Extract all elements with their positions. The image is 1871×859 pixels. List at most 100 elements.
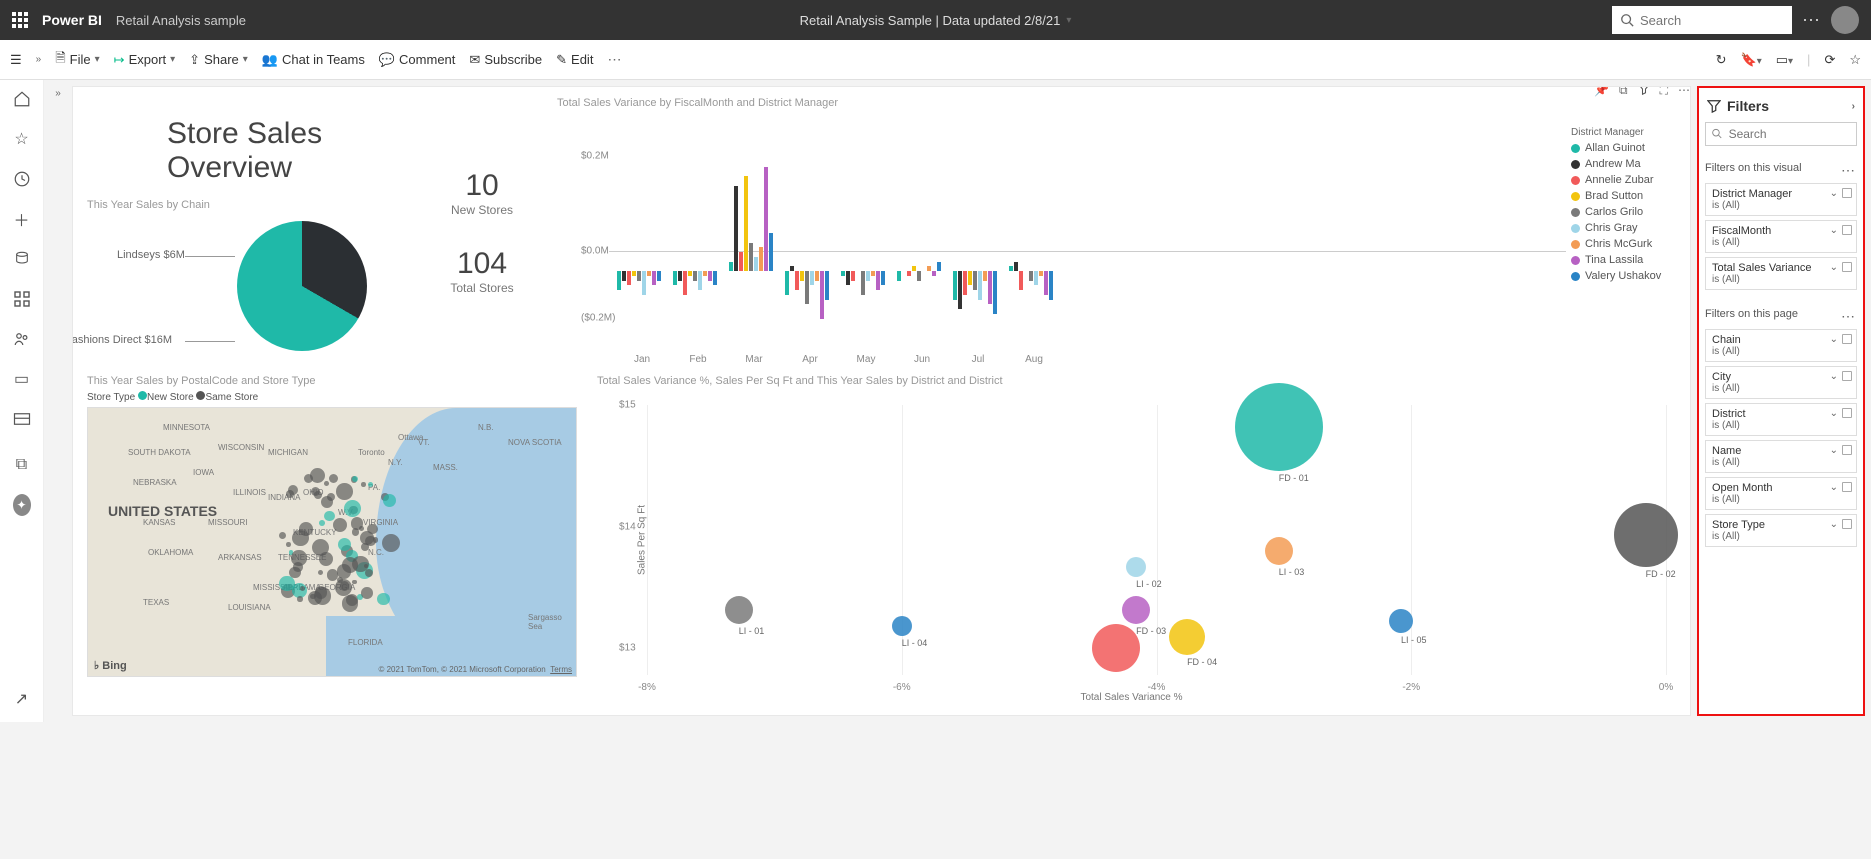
filter-card[interactable]: FiscalMonth is (All) ⌄ [1705,220,1857,253]
clear-filter-icon[interactable] [1842,445,1852,455]
map-tile[interactable]: This Year Sales by PostalCode and Store … [87,375,587,705]
favorite-star-icon[interactable]: ☆ [1849,52,1861,68]
home-icon[interactable] [13,90,31,108]
expand-chevrons-icon[interactable]: » [36,54,42,65]
scatter-bubble[interactable] [1265,537,1293,565]
more-visual-icon[interactable]: ⋯ [1678,86,1690,98]
kpi-card[interactable]: 104 Total Stores [407,247,557,295]
legend-item[interactable]: Chris Gray [1571,222,1676,234]
map-subtitle: This Year Sales by PostalCode and Store … [87,375,577,387]
scatter-bubble[interactable] [1122,596,1150,624]
reset-icon[interactable]: ↻ [1716,52,1727,68]
clear-filter-icon[interactable] [1842,334,1852,344]
section-more-icon[interactable]: ⋯ [1841,308,1857,325]
scatter-bubble[interactable] [1092,624,1140,672]
legend-item[interactable]: Andrew Ma [1571,158,1676,170]
learn-icon[interactable]: ▭ [13,370,31,388]
chevron-down-icon[interactable]: ⌄ [1830,408,1838,419]
kpi-card[interactable]: 10 New Stores [407,169,557,217]
view-icon[interactable]: ▭▾ [1776,52,1793,68]
chevron-down-icon[interactable]: ⌄ [1830,519,1838,530]
shared-icon[interactable] [13,330,31,348]
pie-chart[interactable] [237,221,367,351]
filter-card[interactable]: District Manager is (All) ⌄ [1705,183,1857,216]
scatter-tile[interactable]: Total Sales Variance %, Sales Per Sq Ft … [587,375,1676,705]
my-workspace-icon[interactable]: ✦ [13,496,31,514]
scatter-bubble[interactable] [725,596,753,624]
datasets-icon[interactable] [13,250,31,268]
edit-button[interactable]: ✎Edit [556,52,593,68]
scatter-bubble[interactable] [1169,619,1205,655]
chevron-down-icon[interactable]: ⌄ [1830,188,1838,199]
filter-card[interactable]: Name is (All) ⌄ [1705,440,1857,473]
document-status[interactable]: Retail Analysis Sample | Data updated 2/… [800,13,1072,28]
chevron-down-icon: ▾ [1066,15,1071,26]
chevron-down-icon[interactable]: ⌄ [1830,445,1838,456]
legend-item[interactable]: Allan Guinot [1571,142,1676,154]
legend-item[interactable]: Valery Ushakov [1571,270,1676,282]
bar-chart-tile[interactable]: Total Sales Variance by FiscalMonth and … [557,97,1676,367]
app-launcher-icon[interactable] [12,12,28,28]
filter-card[interactable]: Total Sales Variance is (All) ⌄ [1705,257,1857,290]
page-nav-expander[interactable]: » [44,80,72,722]
deployment-icon[interactable]: ⧉ [13,456,31,474]
legend-item[interactable]: Annelie Zubar [1571,174,1676,186]
more-commands-icon[interactable]: ⋯ [607,51,623,68]
create-icon[interactable]: ＋ [13,210,31,228]
user-avatar[interactable] [1831,6,1859,34]
scatter-bubble[interactable] [1389,609,1413,633]
apps-icon[interactable] [13,290,31,308]
filters-search-input[interactable] [1729,127,1850,141]
clear-filter-icon[interactable] [1842,188,1852,198]
clear-filter-icon[interactable] [1842,225,1852,235]
legend-item[interactable]: Brad Sutton [1571,190,1676,202]
terms-link[interactable]: Terms [550,665,572,674]
global-search[interactable] [1612,6,1792,34]
bookmark-icon[interactable]: 🔖▾ [1741,52,1762,68]
map-visual[interactable]: UNITED STATES ♭ Bing © 2021 TomTom, © 20… [87,407,577,677]
scatter-bubble[interactable] [892,616,912,636]
filter-card[interactable]: Store Type is (All) ⌄ [1705,514,1857,547]
legend-item[interactable]: Tina Lassila [1571,254,1676,266]
bar-subtitle: Total Sales Variance by FiscalMonth and … [557,97,838,109]
export-icon: ↦ [114,52,125,68]
hamburger-icon[interactable]: ☰ [10,52,22,68]
workspaces-icon[interactable] [13,410,31,428]
legend-item[interactable]: Chris McGurk [1571,238,1676,250]
refresh-icon[interactable]: ⟳ [1824,52,1835,68]
comment-button[interactable]: 💬Comment [379,52,456,68]
filter-card[interactable]: City is (All) ⌄ [1705,366,1857,399]
filter-card[interactable]: Open Month is (All) ⌄ [1705,477,1857,510]
scatter-bubble[interactable] [1126,557,1146,577]
filters-search[interactable] [1705,122,1857,146]
chevron-right-icon[interactable]: › [1852,101,1855,112]
file-menu[interactable]: 🗎File▾ [55,49,99,71]
chevron-down-icon[interactable]: ⌄ [1830,371,1838,382]
chat-in-teams-button[interactable]: 👥Chat in Teams [262,52,365,68]
chevron-down-icon[interactable]: ⌄ [1830,225,1838,236]
export-menu[interactable]: ↦Export▾ [114,52,176,68]
subscribe-button[interactable]: ✉Subscribe [469,52,542,68]
scatter-bubble[interactable] [1235,383,1323,471]
share-menu[interactable]: ⇪Share▾ [189,52,248,68]
filter-card[interactable]: Chain is (All) ⌄ [1705,329,1857,362]
clear-filter-icon[interactable] [1842,482,1852,492]
filters-header[interactable]: Filters › [1705,94,1857,122]
search-icon [1620,13,1634,27]
clear-filter-icon[interactable] [1842,408,1852,418]
legend-item[interactable]: Carlos Grilo [1571,206,1676,218]
scatter-bubble[interactable] [1614,503,1678,567]
section-more-icon[interactable]: ⋯ [1841,162,1857,179]
open-pane-icon[interactable]: ↗ [13,690,31,708]
favorites-icon[interactable]: ☆ [13,130,31,148]
recent-icon[interactable] [13,170,31,188]
clear-filter-icon[interactable] [1842,519,1852,529]
more-options-icon[interactable]: ⋯ [1802,10,1821,31]
filter-card[interactable]: District is (All) ⌄ [1705,403,1857,436]
clear-filter-icon[interactable] [1842,371,1852,381]
global-search-input[interactable] [1640,13,1784,28]
chevron-down-icon[interactable]: ⌄ [1830,482,1838,493]
chevron-down-icon[interactable]: ⌄ [1830,334,1838,345]
chevron-down-icon[interactable]: ⌄ [1830,262,1838,273]
clear-filter-icon[interactable] [1842,262,1852,272]
